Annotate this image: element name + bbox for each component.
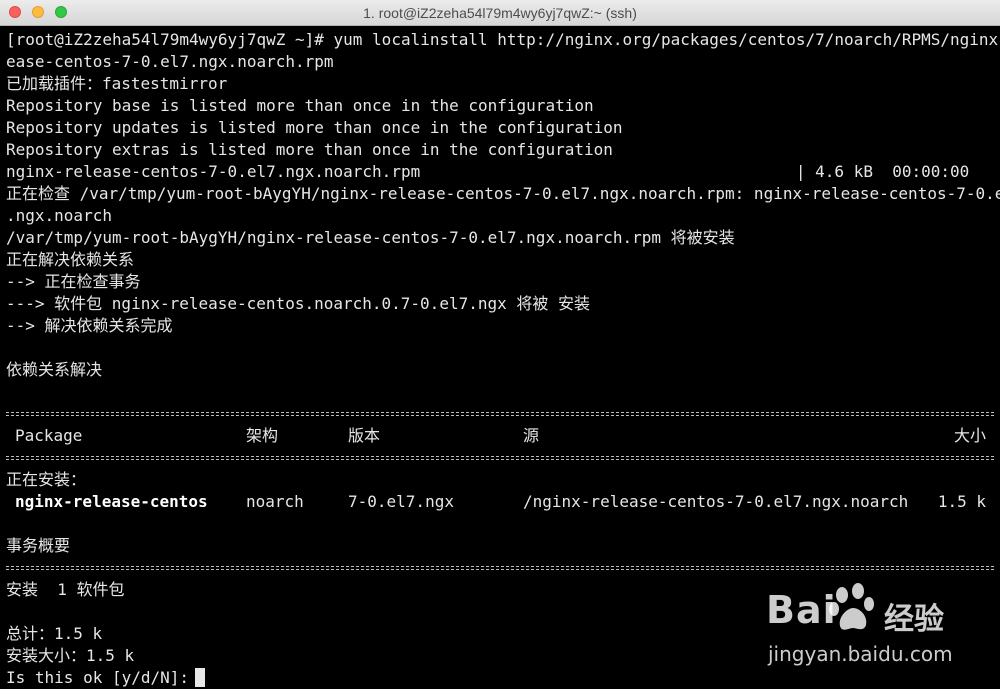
text-cursor (195, 668, 206, 687)
terminal-line: --> 正在检查事务 (6, 272, 141, 291)
cell-size: 1.5 k (937, 492, 986, 511)
watermark-url: jingyan.baidu.com (768, 642, 953, 666)
header-size: 大小 (953, 426, 986, 445)
title-bar[interactable]: 1. root@iZ2zeha54l79m4wy6yj7qwZ:~ (ssh) (0, 0, 1000, 26)
table-header-row: Package 架构 版本 源 大小 (6, 425, 996, 447)
window-title: 1. root@iZ2zeha54l79m4wy6yj7qwZ:~ (ssh) (363, 5, 637, 21)
header-repo: 源 (523, 426, 540, 445)
table-row: nginx-release-centos noarch 7-0.el7.ngx … (6, 491, 996, 513)
table-section-label: 正在安装： (6, 470, 87, 489)
terminal-line: 正在解决依赖关系 (6, 250, 135, 269)
terminal-line: 正在检查 /var/tmp/yum-root-bAygYH/nginx-rele… (6, 184, 1000, 203)
paw-icon (829, 583, 874, 630)
terminal-line: 依赖关系解决 (6, 360, 103, 379)
watermark-logo: Bai 经验 jingyan.baidu.com (766, 582, 966, 672)
header-version: 版本 (348, 426, 381, 445)
prompt-text: Is this ok [y/d/N]: (6, 668, 190, 687)
terminal-line: Repository base is listed more than once… (6, 96, 594, 115)
watermark-cn-text: 经验 (884, 602, 944, 637)
terminal-line: ---> 软件包 nginx-release-centos.noarch.0.7… (6, 294, 591, 313)
terminal-line: ease-centos-7-0.el7.ngx.noarch.rpm (6, 52, 334, 71)
table-divider (6, 447, 996, 469)
terminal-line: nginx-release-centos-7-0.el7.ngx.noarch.… (6, 162, 970, 181)
header-package: Package (15, 426, 83, 445)
terminal-line: Repository extras is listed more than on… (6, 140, 613, 159)
terminal-line: /var/tmp/yum-root-bAygYH/nginx-release-c… (6, 228, 735, 247)
header-arch: 架构 (246, 426, 279, 445)
cell-arch: noarch (246, 492, 304, 511)
terminal-line: 已加载插件：fastestmirror (6, 74, 228, 93)
terminal-window: 1. root@iZ2zeha54l79m4wy6yj7qwZ:~ (ssh) … (0, 0, 1000, 689)
terminal-line: [root@iZ2zeha54l79m4wy6yj7qwZ ~]# yum lo… (6, 30, 1000, 49)
table-divider (6, 403, 996, 425)
terminal-line: Repository updates is listed more than o… (6, 118, 623, 137)
cell-repo: /nginx-release-centos-7-0.el7.ngx.noarch (523, 492, 909, 511)
watermark-brand-text: Bai (766, 588, 837, 632)
summary-title: 事务概要 (6, 536, 71, 555)
terminal-line: .ngx.noarch (6, 206, 112, 225)
cell-package: nginx-release-centos (15, 492, 208, 511)
cell-version: 7-0.el7.ngx (348, 492, 454, 511)
terminal-line: --> 解决依赖关系完成 (6, 316, 173, 335)
table-divider (6, 557, 996, 579)
